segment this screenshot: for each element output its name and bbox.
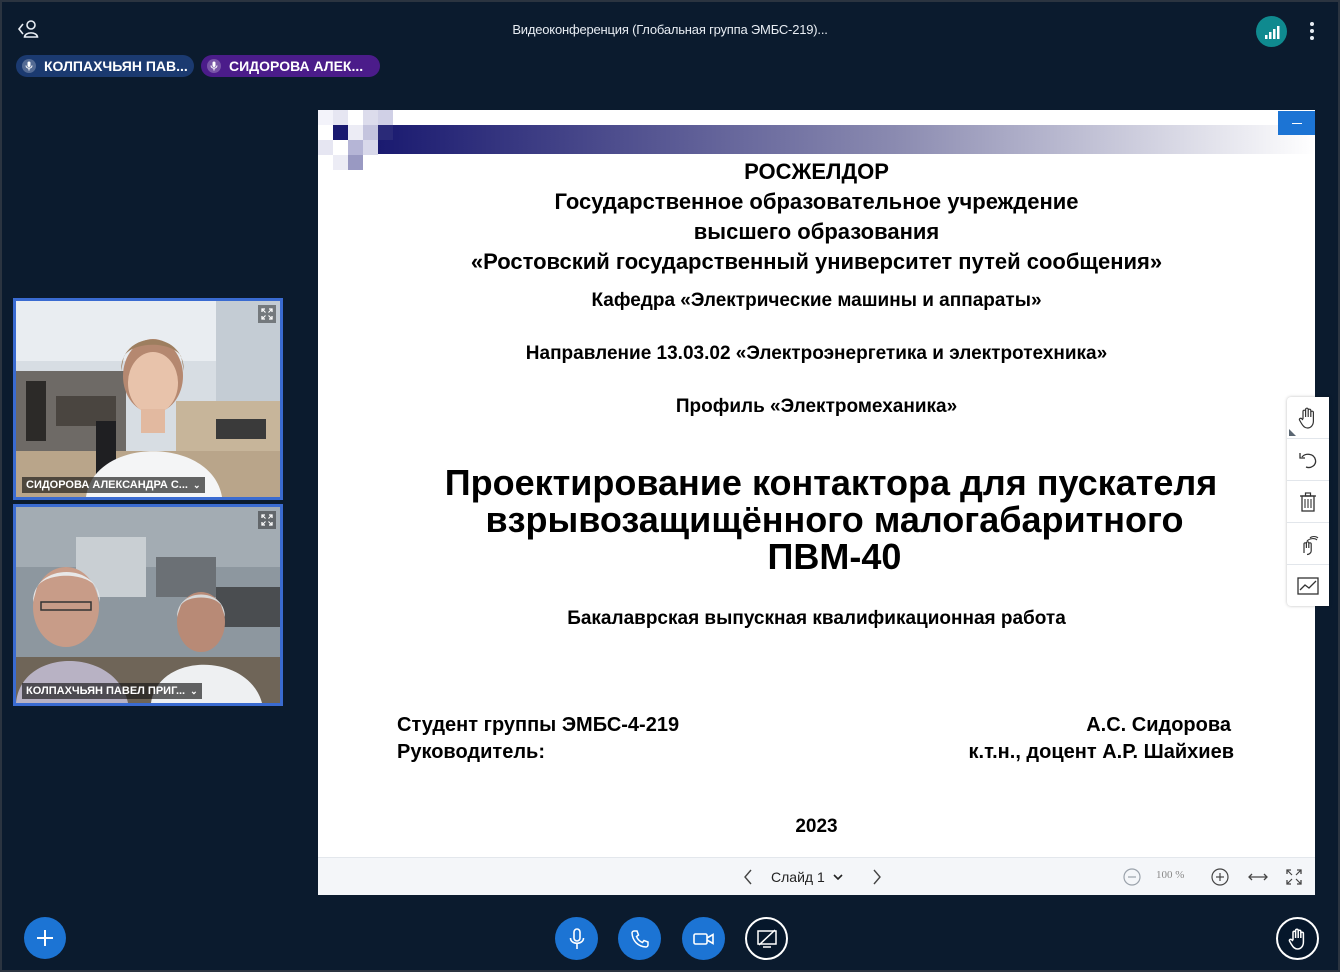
- talking-indicator-kolpakhchyan[interactable]: КОЛПАХЧЬЯН ПАВ...: [16, 55, 194, 77]
- mute-button[interactable]: [555, 917, 598, 960]
- trash-icon: [1300, 491, 1316, 512]
- slide-title-line1: Проектирование контактора для пускателя: [444, 462, 1218, 503]
- slide-title-line2: взрывозащищённого малогабаритного: [485, 499, 1184, 540]
- slide-student-label: Студент группы ЭМБС-4-219: [397, 714, 680, 736]
- zoom-out-button[interactable]: [1122, 867, 1142, 887]
- raise-hand-icon: [1288, 928, 1304, 950]
- slide-student-name: А.С. Сидорова: [1086, 714, 1231, 736]
- undo-icon: [1299, 452, 1317, 468]
- meeting-title: Видеоконференция (Глобальная группа ЭМБС…: [512, 22, 828, 37]
- chevron-down-icon: [833, 874, 843, 880]
- submenu-indicator: [1289, 429, 1296, 436]
- whiteboard-toolbar: [1287, 397, 1329, 606]
- minimize-presentation-button[interactable]: [1278, 111, 1315, 135]
- minus-icon: [1291, 122, 1302, 124]
- video-tile-kolpakhchyan[interactable]: КОЛПАХЧЬЯН ПАВЕЛ ПРИГ... ⌄: [13, 504, 283, 706]
- fullscreen-icon: [1286, 869, 1302, 885]
- pan-tool-button[interactable]: [1287, 397, 1329, 439]
- video-tile-sidorova[interactable]: СИДОРОВА АЛЕКСАНДРА С... ⌄: [13, 298, 283, 500]
- talker-name: КОЛПАХЧЬЯН ПАВ...: [44, 58, 188, 74]
- multi-user-icon: [1303, 535, 1319, 555]
- chevron-down-icon: ⌄: [190, 685, 198, 696]
- expand-icon: [261, 514, 273, 526]
- slide-select-value: Слайд 1: [771, 869, 825, 885]
- multi-user-whiteboard-button[interactable]: [1287, 523, 1329, 565]
- actions-button[interactable]: [24, 917, 66, 959]
- mic-icon: [207, 59, 221, 73]
- phone-icon: [630, 929, 649, 948]
- plus-icon: [37, 930, 53, 946]
- video-user-name[interactable]: СИДОРОВА АЛЕКСАНДРА С... ⌄: [22, 477, 205, 493]
- slide-subtitle: Бакалаврская выпускная квалификационная …: [567, 608, 1066, 629]
- mic-icon: [569, 927, 584, 949]
- zoom-out-icon: [1123, 868, 1141, 886]
- zoom-in-icon: [1211, 868, 1229, 886]
- previous-slide-button[interactable]: [738, 867, 758, 887]
- raise-hand-button[interactable]: [1276, 917, 1319, 960]
- screen-share-off-icon: [756, 928, 777, 948]
- camera-icon: [692, 932, 714, 945]
- chart-icon: [1297, 577, 1319, 595]
- connection-status-button[interactable]: [1256, 16, 1287, 47]
- signal-bars-icon: [1264, 25, 1279, 39]
- fit-to-width-button[interactable]: [1247, 867, 1269, 887]
- slide-org-type: Государственное образовательное учрежден…: [554, 189, 1079, 214]
- video-user-name[interactable]: КОЛПАХЧЬЯН ПАВЕЛ ПРИГ... ⌄: [22, 683, 202, 699]
- top-bar: Видеоконференция (Глобальная группа ЭМБС…: [0, 0, 1340, 56]
- slide-department: Кафедра «Электрические машины и аппараты…: [591, 290, 1042, 311]
- presentation-area: РОСЖЕЛДОР Государственное образовательно…: [318, 110, 1315, 895]
- undo-button[interactable]: [1287, 439, 1329, 481]
- fit-width-icon: [1248, 873, 1268, 881]
- webcam-area: СИДОРОВА АЛЕКСАНДРА С... ⌄ КОЛПАХЧЬЯН ПА…: [13, 298, 283, 710]
- screen-share-button[interactable]: [745, 917, 788, 960]
- mic-icon: [22, 59, 36, 73]
- talking-indicator-sidorova[interactable]: СИДОРОВА АЛЕК...: [201, 55, 380, 77]
- slide-supervisor-name: к.т.н., доцент А.Р. Шайхиев: [968, 741, 1234, 763]
- expand-video-button[interactable]: [258, 305, 276, 323]
- video-user-label: КОЛПАХЧЬЯН ПАВЕЛ ПРИГ...: [26, 685, 186, 697]
- hand-icon: [1298, 407, 1314, 429]
- zoom-level: 100 %: [1156, 869, 1185, 881]
- slide-title-line3: ПВМ-40: [767, 536, 902, 577]
- chevron-down-icon: ⌄: [192, 479, 201, 490]
- clear-annotations-button[interactable]: [1287, 481, 1329, 523]
- next-slide-button[interactable]: [867, 867, 887, 887]
- slide-supervisor-label: Руководитель:: [397, 741, 545, 763]
- slide-profile: Профиль «Электромеханика»: [675, 396, 958, 417]
- slide-org-name: РОСЖЕЛДОР: [744, 159, 889, 184]
- slide-select[interactable]: Слайд 1: [771, 867, 861, 887]
- fullscreen-button[interactable]: [1284, 867, 1304, 887]
- chevron-left-icon: [744, 869, 752, 885]
- share-webcam-button[interactable]: [682, 917, 725, 960]
- presentation-toolbar: Слайд 1 100 %: [318, 857, 1315, 895]
- expand-icon: [261, 308, 273, 320]
- expand-video-button[interactable]: [258, 511, 276, 529]
- slide-university-name: «Ростовский государственный университет …: [470, 249, 1163, 274]
- webcam-video: [16, 507, 280, 703]
- whiteboard-chart-button[interactable]: [1287, 565, 1329, 607]
- chevron-right-icon: [873, 869, 881, 885]
- slide[interactable]: РОСЖЕЛДОР Государственное образовательно…: [318, 110, 1315, 857]
- slide-year: 2023: [795, 816, 838, 837]
- more-options-button[interactable]: [1304, 18, 1320, 44]
- leave-audio-button[interactable]: [618, 917, 661, 960]
- slide-direction: Направление 13.03.02 «Электроэнергетика …: [525, 343, 1108, 364]
- webcam-video: [16, 301, 280, 497]
- talker-name: СИДОРОВА АЛЕК...: [229, 58, 364, 74]
- video-user-label: СИДОРОВА АЛЕКСАНДРА С...: [26, 479, 188, 491]
- slide-org-level: высшего образования: [693, 219, 940, 244]
- zoom-in-button[interactable]: [1210, 867, 1230, 887]
